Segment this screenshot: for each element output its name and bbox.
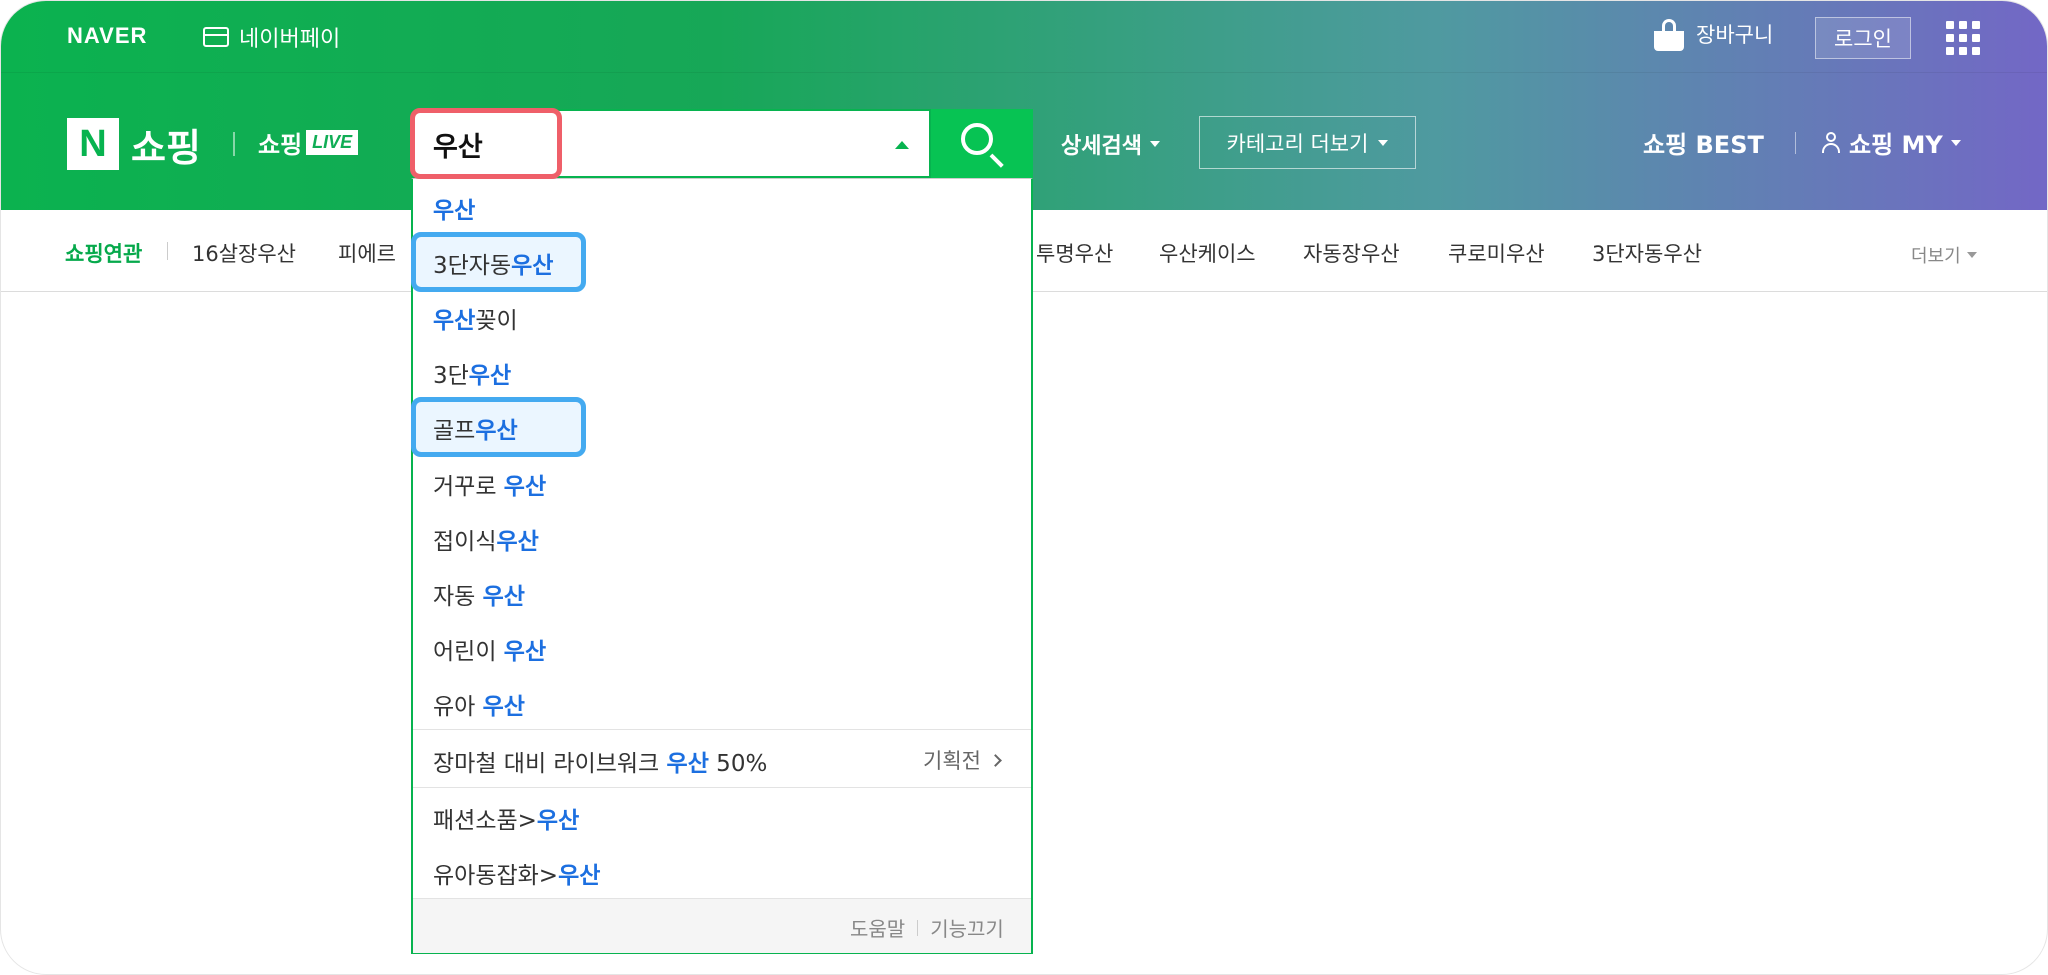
category-more-label: 카테고리 더보기 [1226, 131, 1369, 156]
suggestion-item[interactable]: 어린이 우산 [433, 632, 546, 666]
browser-frame: NAVER 네이버페이 장바구니 로그인 N 쇼핑 쇼핑 LIVE 우산 상세검… [0, 0, 2048, 975]
related-keyword[interactable]: 피에르 [338, 238, 396, 268]
promo-item[interactable]: 장마철 대비 라이브워크 우산 50% [433, 744, 767, 778]
category-suggestion[interactable]: 패션소품>우산 [433, 801, 579, 835]
apps-grid-icon[interactable] [1946, 21, 1980, 55]
shopping-my-button[interactable]: 쇼핑 MY [1821, 125, 1961, 160]
naver-logo[interactable]: NAVER [67, 23, 147, 49]
search-icon [961, 123, 993, 155]
shopping-best-link[interactable]: 쇼핑 BEST [1643, 125, 1764, 160]
naver-pay-label: 네이버페이 [239, 27, 341, 52]
person-icon [1821, 131, 1841, 154]
autocomplete-dropdown: 우산 3단자동우산 우산꽂이 3단우산 골프우산 거꾸로 우산 접이식우산 자동… [411, 178, 1033, 954]
dropdown-footer: 도움말 기능끄기 [413, 898, 1031, 953]
logo-divider [233, 132, 235, 156]
promo-tag-link[interactable]: 기획전 [923, 745, 1002, 775]
chevron-down-icon [1950, 139, 1961, 146]
related-title: 쇼핑연관 [65, 242, 143, 266]
login-button[interactable]: 로그인 [1815, 17, 1911, 59]
suggestion-item[interactable]: 우산꽂이 [433, 301, 518, 335]
cart-link[interactable]: 장바구니 [1654, 19, 1774, 51]
suggestion-item[interactable]: 우산 [433, 191, 475, 225]
detail-search-button[interactable]: 상세검색 [1061, 128, 1160, 160]
suggestion-item[interactable]: 접이식우산 [433, 522, 539, 556]
shopping-logo-text[interactable]: 쇼핑 [131, 117, 201, 172]
shopping-live-prefix: 쇼핑 [258, 131, 303, 159]
search-button[interactable] [931, 109, 1033, 178]
related-keyword[interactable]: 3단자동우산 [1592, 238, 1702, 268]
related-keyword[interactable]: 우산케이스 [1159, 238, 1256, 268]
search-input-highlight [410, 108, 562, 179]
live-badge: LIVE [306, 130, 359, 155]
category-more-button[interactable]: 카테고리 더보기 [1199, 116, 1416, 169]
suggestion-item[interactable]: 유아 우산 [433, 687, 525, 721]
cart-label: 장바구니 [1696, 23, 1774, 47]
category-suggestion[interactable]: 유아동잡화>우산 [433, 856, 600, 890]
promo-tag-label: 기획전 [923, 749, 981, 773]
related-keyword[interactable]: 16살장우산 [192, 238, 296, 268]
shopping-bag-icon [1654, 19, 1684, 51]
header-divider [1795, 132, 1796, 154]
related-keyword[interactable]: 쿠로미우산 [1448, 238, 1545, 268]
help-link[interactable]: 도움말 [850, 913, 905, 942]
related-keyword[interactable]: 자동장우산 [1303, 238, 1400, 268]
chevron-down-icon [1149, 141, 1160, 147]
shopping-live-link[interactable]: 쇼핑 LIVE [258, 125, 359, 160]
chevron-down-icon [1378, 139, 1389, 146]
disable-feature-link[interactable]: 기능끄기 [930, 913, 1004, 942]
chevron-down-icon [1966, 252, 1977, 258]
suggestion-item[interactable]: 골프우산 [433, 411, 518, 445]
collapse-suggestions-icon[interactable] [895, 141, 909, 149]
detail-search-label: 상세검색 [1061, 134, 1142, 159]
suggestion-item[interactable]: 3단우산 [433, 356, 511, 390]
top-bar: NAVER 네이버페이 장바구니 로그인 [1, 1, 2047, 73]
wallet-icon [203, 27, 229, 47]
suggestion-item[interactable]: 거꾸로 우산 [433, 467, 546, 501]
suggestion-item[interactable]: 자동 우산 [433, 577, 525, 611]
naver-n-logo[interactable]: N [67, 118, 119, 170]
related-more-button[interactable]: 더보기 [1911, 242, 1977, 268]
related-more-label: 더보기 [1911, 246, 1961, 267]
related-keyword[interactable]: 투명우산 [1036, 238, 1113, 268]
naver-pay-link[interactable]: 네이버페이 [203, 21, 340, 53]
chevron-right-icon [989, 753, 1002, 767]
suggestion-item[interactable]: 3단자동우산 [433, 246, 553, 280]
shopping-my-label: 쇼핑 MY [1849, 131, 1943, 159]
